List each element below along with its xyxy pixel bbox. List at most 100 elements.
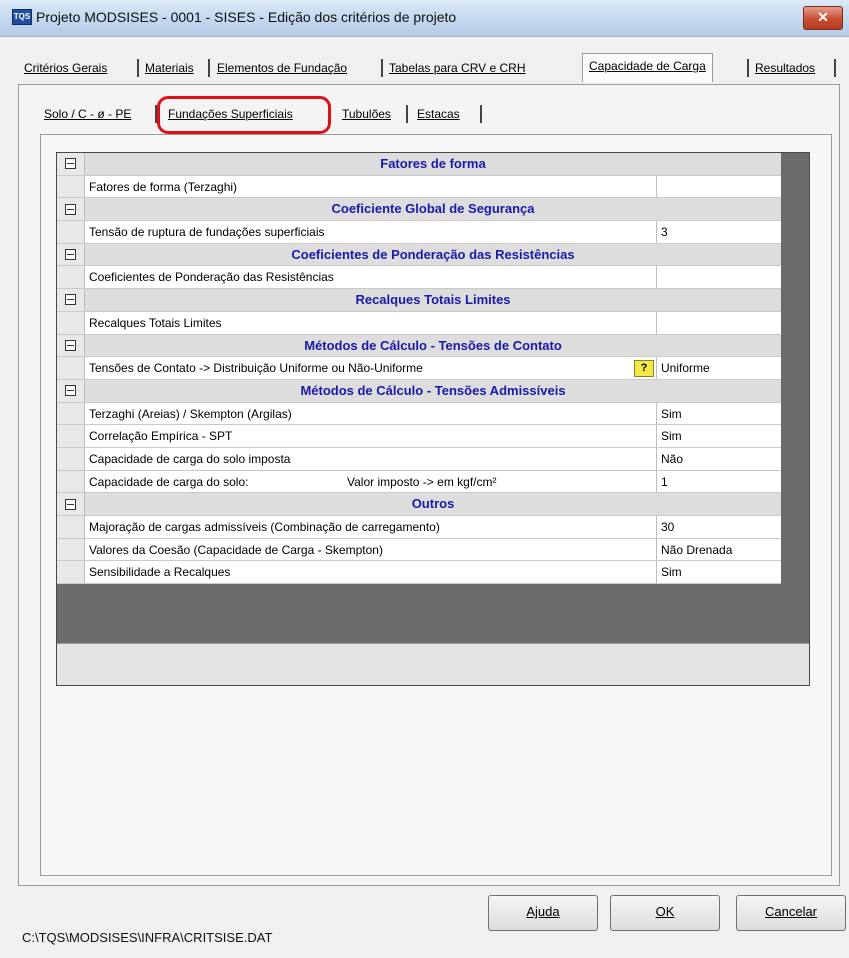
property-row[interactable]: Capacidade de carga do solo imposta Não (57, 447, 781, 471)
help-button[interactable]: Ajuda (488, 895, 598, 931)
row-gutter (57, 311, 85, 334)
tab-materiais[interactable]: Materiais (145, 56, 194, 80)
property-row[interactable]: Majoração de cargas admissíveis (Combina… (57, 516, 781, 539)
collapse-toggle[interactable] (57, 243, 85, 266)
subtab-estacas[interactable]: Estacas (417, 102, 460, 126)
tab-capacidade-de-carga[interactable]: Capacidade de Carga (582, 53, 713, 82)
ok-button[interactable]: OK (610, 895, 720, 931)
grid-footer-strip (57, 643, 809, 685)
collapse-icon (65, 294, 76, 306)
window-title: Projeto MODSISES - 0001 - SISES - Edição… (36, 9, 457, 25)
collapse-icon (65, 385, 76, 397)
collapse-toggle[interactable] (57, 198, 85, 221)
row-gutter (57, 175, 85, 198)
property-value[interactable]: Não Drenada (657, 538, 781, 561)
tab-separator (137, 59, 139, 77)
section-header[interactable]: Métodos de Cálculo - Tensões de Contato (57, 334, 781, 358)
property-value[interactable]: Não (657, 447, 781, 470)
property-row[interactable]: Correlação Empírica - SPT Sim (57, 425, 781, 448)
row-gutter (57, 357, 85, 379)
property-label: Correlação Empírica - SPT (85, 425, 657, 447)
property-row[interactable]: Tensões de Contato -> Distribuição Unifo… (57, 357, 781, 380)
tab-separator (381, 59, 383, 77)
property-row[interactable]: Sensibilidade a Recalques Sim (57, 561, 781, 585)
section-header[interactable]: Coeficientes de Ponderação das Resistênc… (57, 243, 781, 267)
title-bar: TQS Projeto MODSISES - 0001 - SISES - Ed… (0, 0, 849, 37)
property-label: Sensibilidade a Recalques (85, 561, 657, 584)
collapse-toggle[interactable] (57, 153, 85, 175)
cancel-button[interactable]: Cancelar (736, 895, 846, 931)
collapse-toggle[interactable] (57, 493, 85, 515)
property-value[interactable]: Sim (657, 561, 781, 584)
section-header[interactable]: Fatores de forma (57, 153, 781, 176)
row-gutter (57, 266, 85, 289)
property-label: Recalques Totais Limites (85, 311, 657, 334)
property-value[interactable]: 1 (657, 470, 781, 493)
property-value[interactable]: Sim (657, 425, 781, 447)
subtab-tubuloes[interactable]: Tubulões (342, 102, 391, 126)
tab-criterios-gerais[interactable]: Critérios Gerais (24, 56, 107, 80)
property-label: Valores da Coesão (Capacidade de Carga -… (85, 538, 657, 561)
property-value[interactable]: 3 (657, 221, 781, 243)
property-value[interactable] (657, 175, 781, 198)
property-label-note: Valor imposto -> em kgf/cm² (347, 474, 497, 489)
subtab-solo[interactable]: Solo / C - ø - PE (44, 102, 131, 126)
status-file-path: C:\TQS\MODSISES\INFRA\CRITSISE.DAT (22, 930, 273, 945)
tab-separator (747, 59, 749, 77)
close-button[interactable]: ✕ (803, 6, 843, 30)
property-value[interactable]: Sim (657, 402, 781, 425)
property-row[interactable]: Coeficientes de Ponderação das Resistênc… (57, 266, 781, 290)
property-row[interactable]: Fatores de forma (Terzaghi) (57, 175, 781, 199)
property-row[interactable]: Capacidade de carga do solo: Valor impos… (57, 470, 781, 494)
property-value[interactable] (657, 266, 781, 289)
section-title: Métodos de Cálculo - Tensões Admissíveis (85, 379, 781, 402)
row-gutter (57, 402, 85, 425)
property-value[interactable] (657, 311, 781, 334)
property-value[interactable]: Uniforme (657, 357, 781, 379)
property-label: Tensões de Contato -> Distribuição Unifo… (85, 357, 657, 379)
property-label: Fatores de forma (Terzaghi) (85, 175, 657, 198)
section-title: Fatores de forma (85, 153, 781, 175)
property-label: Capacidade de carga do solo imposta (85, 447, 657, 470)
collapse-toggle[interactable] (57, 334, 85, 357)
collapse-icon (65, 498, 76, 510)
section-title: Coeficiente Global de Segurança (85, 198, 781, 221)
property-row[interactable]: Terzaghi (Areias) / Skempton (Argilas) S… (57, 402, 781, 426)
tab-elementos-de-fundacao[interactable]: Elementos de Fundação (217, 56, 347, 80)
app-icon: TQS (12, 9, 32, 25)
row-gutter (57, 425, 85, 447)
collapse-toggle[interactable] (57, 379, 85, 402)
tab-separator (480, 105, 482, 123)
dialog-window: TQS Projeto MODSISES - 0001 - SISES - Ed… (0, 0, 849, 958)
help-icon[interactable]: ? (634, 360, 654, 378)
section-header[interactable]: Outros (57, 493, 781, 516)
property-label: Tensão de ruptura de fundações superfici… (85, 221, 657, 243)
property-label: Capacidade de carga do solo: Valor impos… (85, 470, 657, 493)
property-row[interactable]: Valores da Coesão (Capacidade de Carga -… (57, 538, 781, 562)
row-gutter (57, 221, 85, 243)
section-title: Recalques Totais Limites (85, 289, 781, 311)
section-title: Outros (85, 493, 781, 515)
collapse-toggle[interactable] (57, 289, 85, 311)
section-header[interactable]: Recalques Totais Limites (57, 289, 781, 312)
row-gutter (57, 538, 85, 561)
property-row[interactable]: Tensão de ruptura de fundações superfici… (57, 221, 781, 244)
tab-separator (834, 59, 836, 77)
tab-separator (406, 105, 408, 123)
row-gutter (57, 516, 85, 538)
collapse-icon (65, 249, 76, 261)
property-label: Coeficientes de Ponderação das Resistênc… (85, 266, 657, 289)
tab-resultados[interactable]: Resultados (755, 56, 815, 80)
property-label-text: Tensões de Contato -> Distribuição Unifo… (89, 361, 423, 376)
property-value[interactable]: 30 (657, 516, 781, 538)
section-title: Coeficientes de Ponderação das Resistênc… (85, 243, 781, 266)
tab-tabelas-crv-crh[interactable]: Tabelas para CRV e CRH (389, 56, 526, 80)
row-gutter (57, 561, 85, 584)
property-row[interactable]: Recalques Totais Limites (57, 311, 781, 335)
section-header[interactable]: Métodos de Cálculo - Tensões Admissíveis (57, 379, 781, 403)
collapse-icon (65, 203, 76, 215)
section-title: Métodos de Cálculo - Tensões de Contato (85, 334, 781, 357)
section-header[interactable]: Coeficiente Global de Segurança (57, 198, 781, 222)
property-grid: Fatores de forma Fatores de forma (Terza… (56, 152, 810, 686)
property-grid-rows: Fatores de forma Fatores de forma (Terza… (57, 153, 781, 585)
